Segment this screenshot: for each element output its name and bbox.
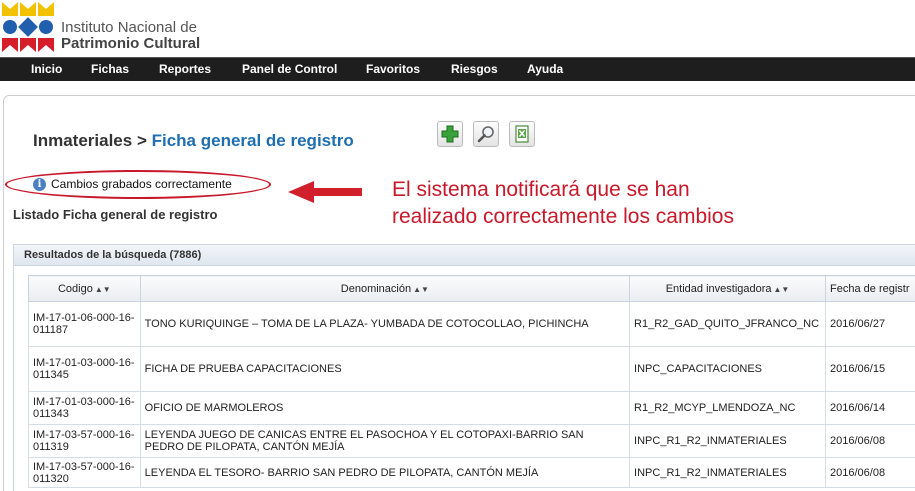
table-row[interactable]: IM-17-01-03-000-16-011343 OFICIO DE MARM… [28,391,915,425]
sort-icon: ▲▼ [94,284,111,294]
cell-codigo: IM-17-01-03-000-16-011345 [28,346,141,392]
cell-entidad: INPC_R1_R2_INMATERIALES [629,424,827,458]
cell-codigo: IM-17-01-03-000-16-011343 [28,391,141,425]
add-button[interactable] [437,121,463,147]
inpc-logo-icon[interactable] [2,2,54,52]
logo-line-1: Instituto Nacional de [61,19,197,36]
cell-denominacion: LEYENDA JUEGO DE CANICAS ENTRE EL PASOCH… [139,424,631,458]
cell-codigo: IM-17-03-57-000-16-011320 [28,457,141,488]
column-header-entidad[interactable]: Entidad investigadora ▲▼ [629,275,827,302]
breadcrumb: Inmateriales > Ficha general de registro [33,131,354,151]
notice-text: Cambios grabados correctamente [51,177,232,191]
nav-fichas[interactable]: Fichas [91,62,129,76]
table-row[interactable]: IM-17-01-03-000-16-011345 FICHA DE PRUEB… [28,346,915,392]
results-header: Resultados de la búsqueda (7886) [14,245,915,266]
nav-panel-de-control[interactable]: Panel de Control [242,62,337,76]
cell-fecha: 2016/06/08 [825,424,915,458]
cell-denominacion: OFICIO DE MARMOLEROS [139,391,631,425]
cell-fecha: 2016/06/15 [825,346,915,392]
annotation-arrow-icon [288,181,362,203]
cell-entidad: R1_R2_MCYP_LMENDOZA_NC [629,391,827,425]
search-button[interactable] [473,121,499,147]
breadcrumb-separator: > [132,131,152,150]
nav-ayuda[interactable]: Ayuda [527,62,563,76]
nav-favoritos[interactable]: Favoritos [366,62,420,76]
cell-fecha: 2016/06/14 [825,391,915,425]
table-row[interactable]: IM-17-03-57-000-16-011320 LEYENDA EL TES… [28,457,915,488]
column-header-codigo[interactable]: Codigo ▲▼ [28,275,141,302]
cell-entidad: INPC_R1_R2_INMATERIALES [629,457,827,488]
cell-denominacion: TONO KURIQUINGE – TOMA DE LA PLAZA- YUMB… [139,301,631,347]
cell-entidad: R1_R2_GAD_QUITO_JFRANCO_NC [629,301,827,347]
nav-inicio[interactable]: Inicio [31,62,62,76]
cell-denominacion: FICHA DE PRUEBA CAPACITACIONES [139,346,631,392]
success-notice: i Cambios grabados correctamente [33,177,232,191]
cell-denominacion: LEYENDA EL TESORO- BARRIO SAN PEDRO DE P… [139,457,631,488]
results-box: Resultados de la búsqueda (7886) Codigo ▲… [13,244,915,491]
sort-icon: ▲▼ [413,284,429,294]
breadcrumb-parent[interactable]: Inmateriales [33,131,132,150]
annotation-line-2: realizado correctamente los cambios [392,205,734,228]
list-title: Listado Ficha general de registro [13,207,218,222]
info-icon: i [33,177,46,191]
cell-fecha: 2016/06/27 [825,301,915,347]
annotation-line-1: El sistema notificará que se han [392,178,690,201]
cell-fecha: 2016/06/08 [825,457,915,488]
table-row[interactable]: IM-17-03-57-000-16-011319 LEYENDA JUEGO … [28,424,915,458]
annotation-text: El sistema notificará que se han realiza… [392,176,822,230]
search-icon [477,126,494,143]
sort-icon: ▲▼ [773,284,790,294]
main-nav: Inicio Fichas Reportes Panel de Control … [0,57,915,81]
column-header-denominacion[interactable]: Denominación ▲▼ [139,275,631,302]
site-header: Instituto Nacional de Patrimonio Cultura… [0,0,915,56]
excel-export-icon [515,125,529,143]
export-excel-button[interactable] [509,121,535,147]
cell-entidad: INPC_CAPACITACIONES [629,346,827,392]
breadcrumb-current: Ficha general de registro [151,131,354,150]
results-table: Codigo ▲▼ Denominación ▲▼ Entidad investig… [28,275,915,488]
nav-riesgos[interactable]: Riesgos [451,62,498,76]
logo-line-2: Patrimonio Cultural [61,35,201,52]
table-row[interactable]: IM-17-01-06-000-16-011187 TONO KURIQUING… [28,301,915,347]
column-header-fecha[interactable]: Fecha de registr [825,275,915,302]
logo-text: Instituto Nacional de Patrimonio Cultura… [61,20,200,52]
cell-codigo: IM-17-01-06-000-16-011187 [28,301,141,347]
nav-reportes[interactable]: Reportes [159,62,211,76]
add-icon [441,125,459,143]
cell-codigo: IM-17-03-57-000-16-011319 [28,424,141,458]
